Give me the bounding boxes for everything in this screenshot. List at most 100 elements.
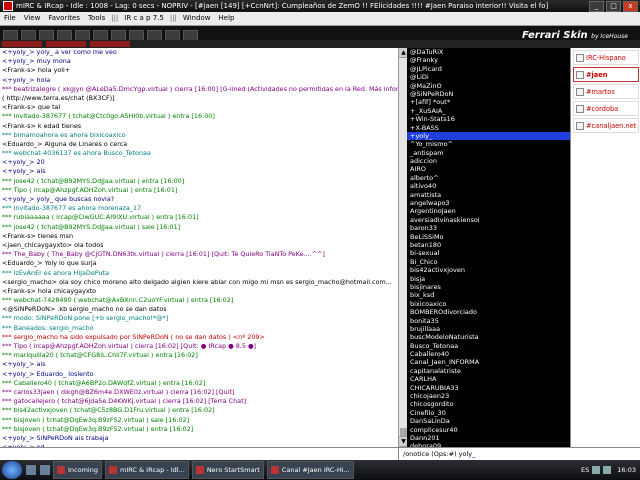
taskbar-item[interactable]: Nero StartSmart: [191, 461, 264, 479]
chat-line: *** jose42 ( tchat@B92MYS.DdJJaa.virtual…: [2, 222, 181, 231]
nicklist-item[interactable]: buscModeloNaturista: [407, 333, 570, 341]
nicklist-item[interactable]: bisja: [407, 275, 570, 283]
switchbar-item[interactable]: #jaen: [573, 67, 639, 82]
nicklist-item[interactable]: chicojaen23: [407, 392, 570, 400]
chat-line: <Frank-s> hola chicaygayxto: [2, 286, 97, 295]
nicklist-item[interactable]: capitanalatriste: [407, 367, 570, 375]
menu-help[interactable]: Help: [215, 12, 239, 25]
chat-line: ( http://www.terra.es/chat (BX3CF)]: [2, 93, 115, 102]
nicklist-item[interactable]: angelwapo3: [407, 199, 570, 207]
clock[interactable]: 16:03: [617, 466, 636, 474]
nero-icon: [195, 466, 204, 474]
nicklist-item[interactable]: chicosgordito: [407, 400, 570, 408]
folder-icon: [57, 466, 65, 474]
nicklist-item[interactable]: bis42activxjoven: [407, 266, 570, 274]
nicklist-item[interactable]: BOMBEROdivorciado: [407, 308, 570, 316]
chat-line: *** bimamoahora es ahora bixicoaxico: [2, 130, 126, 139]
chat-line: <Frank-s> tienes msn: [2, 231, 74, 240]
window-tab[interactable]: [46, 41, 86, 47]
nicklist-item[interactable]: bix_ksd: [407, 291, 570, 299]
menu-file[interactable]: File: [0, 12, 20, 25]
chat-line: *** Caballero40 ( tchat@A6BP2o.DAWdfZ.vi…: [2, 378, 206, 387]
nicklist-item[interactable]: +Win-Stats16: [407, 115, 570, 123]
nicklist-item[interactable]: bisjinares: [407, 283, 570, 291]
menu-view[interactable]: View: [20, 12, 45, 25]
quicklaunch-icon[interactable]: [40, 465, 50, 475]
windows-taskbar: Incoming mIRC & IRcap - Idl... Nero Star…: [0, 460, 640, 480]
nicklist-item[interactable]: Cinefilo_30: [407, 409, 570, 417]
switchbar-item-label: #cordoba: [586, 104, 619, 113]
nicklist-item[interactable]: _antispam: [407, 149, 570, 157]
network-icon[interactable]: [592, 466, 601, 474]
nicklist-item[interactable]: brujillaaa: [407, 325, 570, 333]
chat-line: <+yoly_> 20: [2, 158, 45, 167]
taskbar-item[interactable]: mIRC & IRcap - Idl...: [104, 461, 189, 479]
nicklist-item[interactable]: amattista: [407, 191, 570, 199]
channel-window-icon: [576, 104, 584, 113]
window-tab[interactable]: [2, 41, 42, 47]
chat-line: *** jose42 ( tchat@B92MYS.DdJJaa.virtual…: [2, 176, 185, 185]
nicklist-item[interactable]: ArgentinoJaen: [407, 207, 570, 215]
menu-favorites[interactable]: Favorites: [44, 12, 84, 25]
chat-line: *** webchat-4036137 es ahora Busco_Teton…: [2, 149, 151, 158]
nicklist-item[interactable]: Bi_Chico: [407, 258, 570, 266]
nicklist-item[interactable]: +X-BASS: [407, 124, 570, 132]
menu-tools[interactable]: Tools: [84, 12, 109, 25]
nicklist-item[interactable]: @DaTuRiX: [407, 48, 570, 56]
nicklist-item[interactable]: @SiNPeRDoN: [407, 90, 570, 98]
nicklist-item[interactable]: @Franky: [407, 56, 570, 64]
nicklist-item[interactable]: betan180: [407, 241, 570, 249]
chat-line: <sergio_macho> ola soy chico moreno alto…: [2, 277, 392, 286]
nicklist-item[interactable]: BeLiSSiMo: [407, 233, 570, 241]
language-indicator[interactable]: ES: [581, 466, 589, 474]
nicklist-item[interactable]: +yoly_: [407, 131, 570, 141]
nicklist-item[interactable]: complicesur40: [407, 426, 570, 434]
nicklist-item[interactable]: Canal_Jaen_INFORMA: [407, 358, 570, 366]
menu-window[interactable]: Window: [179, 12, 215, 25]
nicklist-item[interactable]: AIRO: [407, 165, 570, 173]
chat-line: <+yoly_> muy mona: [2, 57, 71, 66]
taskbar-item[interactable]: Canal #Jaen IRC-Hi...: [266, 461, 354, 479]
nicklist-item[interactable]: adiccion: [407, 157, 570, 165]
mirc-app-icon: [3, 1, 13, 11]
switchbar-item[interactable]: #canaljaen.net: [573, 118, 639, 133]
volume-icon[interactable]: [603, 466, 612, 474]
nicklist-item[interactable]: @MaZinO: [407, 82, 570, 90]
close-button[interactable]: x: [623, 0, 638, 12]
maximize-button[interactable]: □: [606, 0, 621, 12]
nicklist-item[interactable]: Busco_Tetonaa: [407, 342, 570, 350]
chat-line: *** rubiaaaaaa ( ircap@CiwGUC.AI9IXU.vir…: [2, 213, 199, 222]
nicklist-item[interactable]: Caballero40: [407, 350, 570, 358]
switchbar-item[interactable]: #cordoba: [573, 101, 639, 116]
start-button[interactable]: [2, 461, 22, 479]
nicklist-item[interactable]: baron33: [407, 224, 570, 232]
chat-line: <+yoly_> ais: [2, 167, 46, 176]
nicklist-item[interactable]: @JLPicard: [407, 65, 570, 73]
window-tab[interactable]: [90, 41, 130, 47]
chat-line: *** Tipo ( ircap@Ahzpgf.ADHZoh.virtual )…: [2, 185, 178, 194]
nicklist-item[interactable]: ^Yo_mismo^: [407, 140, 570, 148]
nick-list: @DaTuRiX @Franky @JLPicard @LiDi @MaZinO @SiN…: [407, 48, 570, 447]
nicklist-item[interactable]: bonita35: [407, 317, 570, 325]
quicklaunch-icon[interactable]: [26, 465, 36, 475]
nicklist-item[interactable]: CARLHA: [407, 375, 570, 383]
switchbar-item[interactable]: IRC-Hispano: [573, 50, 639, 65]
nicklist-item[interactable]: +_XuSAIA_: [407, 107, 570, 115]
menu-ircap[interactable]: IR c a p 7.5: [120, 12, 168, 25]
nicklist-item[interactable]: CHICARUBIA33: [407, 384, 570, 392]
switchbar-item[interactable]: #martos: [573, 84, 639, 99]
browser-icon: [270, 466, 279, 474]
chat-line: *** invitado-387677 es ahora morenaza_17: [2, 204, 142, 213]
nicklist-item[interactable]: +[afif] *out*: [407, 98, 570, 106]
nicklist-item[interactable]: DanSaLinDa: [407, 417, 570, 425]
chat-line: <Eduardo_> Alguna de Linares o cerca: [2, 139, 128, 148]
nicklist-item[interactable]: bixicoaxico: [407, 300, 570, 308]
nicklist-item[interactable]: alberto^: [407, 174, 570, 182]
nicklist-item[interactable]: aversiadivinaskiensoi: [407, 216, 570, 224]
minimize-button[interactable]: _: [589, 0, 604, 12]
nicklist-item[interactable]: @LiDi: [407, 73, 570, 81]
nicklist-item[interactable]: altivo40: [407, 182, 570, 190]
taskbar-item[interactable]: Incoming: [53, 461, 102, 479]
nicklist-item[interactable]: Dann201: [407, 434, 570, 442]
nicklist-item[interactable]: bi-sexual: [407, 249, 570, 257]
